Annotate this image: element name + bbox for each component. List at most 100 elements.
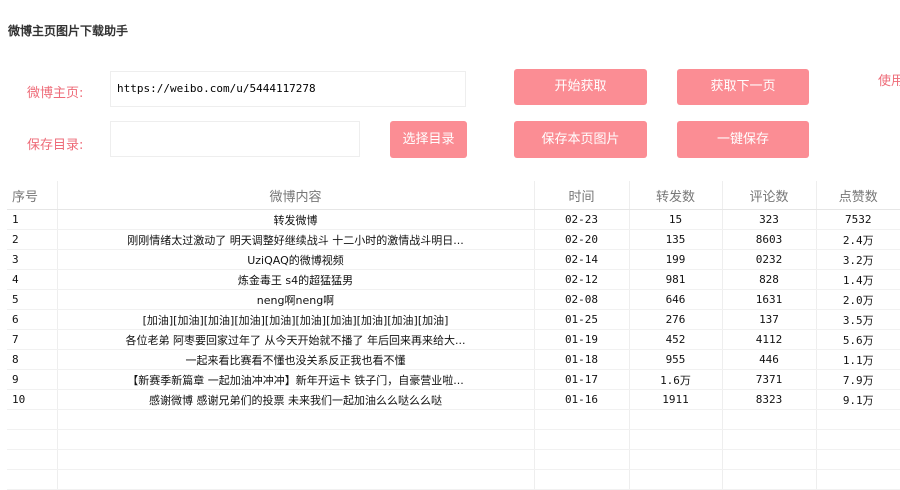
cell-comments: 4112 — [722, 329, 817, 350]
cell-time — [534, 409, 630, 430]
cell-reposts: 15 — [629, 209, 723, 230]
cell-time — [534, 449, 630, 470]
cell-reposts: 276 — [629, 309, 723, 330]
save-all-button[interactable]: 一键保存 — [677, 121, 809, 158]
table-header-row: 序号 微博内容 时间 转发数 评论数 点赞数 — [7, 181, 900, 210]
cell-likes: 1.1万 — [816, 349, 900, 370]
column-header-content[interactable]: 微博内容 — [57, 181, 535, 210]
table-row[interactable] — [7, 429, 900, 450]
cell-content: 【新赛季新篇章 一起加油冲冲冲】新年开运卡 铁子门，自豪营业啦... — [57, 369, 535, 390]
table-row[interactable] — [7, 409, 900, 430]
cell-time: 01-17 — [534, 369, 630, 390]
cell-comments: 828 — [722, 269, 817, 290]
cell-index — [7, 469, 58, 490]
cell-index — [7, 409, 58, 430]
table-row[interactable]: 8 一起来看比赛看不懂也没关系反正我也看不懂 01-18 955 446 1.1万 — [7, 349, 900, 370]
cell-reposts — [629, 449, 723, 470]
table-row[interactable]: 1 转发微博 02-23 15 323 7532 — [7, 209, 900, 230]
cell-reposts — [629, 409, 723, 430]
table-row[interactable]: 7 各位老弟 阿枣要回家过年了 从今天开始就不播了 年后回来再来给大... 01-1… — [7, 329, 900, 350]
table-row[interactable]: 9 【新赛季新篇章 一起加油冲冲冲】新年开运卡 铁子门，自豪营业啦... 01-17… — [7, 369, 900, 390]
table-row[interactable]: 10 感谢微博 感谢兄弟们的投票 未来我们一起加油么么哒么么哒 01-16 1911 8… — [7, 389, 900, 410]
cell-content: 刚刚情绪太过激动了 明天调整好继续战斗 十二小时的激情战斗明日... — [57, 229, 535, 250]
cell-index: 1 — [7, 209, 58, 230]
cell-index: 8 — [7, 349, 58, 370]
cell-time: 02-23 — [534, 209, 630, 230]
cell-content — [57, 429, 535, 450]
table-row[interactable]: 6 [加油][加油][加油][加油][加油][加油][加油][加油][加油][加油… — [7, 309, 900, 330]
cell-comments: 7371 — [722, 369, 817, 390]
cell-content: [加油][加油][加油][加油][加油][加油][加油][加油][加油][加油] — [57, 309, 535, 330]
cell-reposts: 646 — [629, 289, 723, 310]
cell-comments: 8323 — [722, 389, 817, 410]
cell-time — [534, 469, 630, 490]
cell-reposts: 981 — [629, 269, 723, 290]
cell-reposts: 1911 — [629, 389, 723, 410]
column-header-reposts[interactable]: 转发数 — [629, 181, 723, 210]
cell-comments: 1631 — [722, 289, 817, 310]
cell-time: 01-16 — [534, 389, 630, 410]
cell-reposts — [629, 469, 723, 490]
cell-reposts: 955 — [629, 349, 723, 370]
start-button[interactable]: 开始获取 — [514, 69, 647, 105]
cell-reposts — [629, 429, 723, 450]
cell-index: 4 — [7, 269, 58, 290]
table-row[interactable]: 5 neng啊neng啊 02-08 646 1631 2.0万 — [7, 289, 900, 310]
column-header-time[interactable]: 时间 — [534, 181, 630, 210]
cell-comments: 0232 — [722, 249, 817, 270]
column-header-comments[interactable]: 评论数 — [722, 181, 817, 210]
homepage-input[interactable]: https://weibo.com/u/5444117278 — [110, 71, 466, 107]
usage-link[interactable]: 使用 — [878, 70, 900, 89]
cell-index: 7 — [7, 329, 58, 350]
cell-likes: 2.0万 — [816, 289, 900, 310]
cell-time — [534, 429, 630, 450]
cell-index — [7, 429, 58, 450]
cell-content: neng啊neng啊 — [57, 289, 535, 310]
cell-content — [57, 409, 535, 430]
cell-likes: 3.5万 — [816, 309, 900, 330]
cell-content — [57, 449, 535, 470]
cell-index: 3 — [7, 249, 58, 270]
next-page-button[interactable]: 获取下一页 — [677, 69, 809, 105]
cell-time: 01-25 — [534, 309, 630, 330]
cell-likes — [816, 449, 900, 470]
cell-comments — [722, 469, 817, 490]
cell-reposts: 135 — [629, 229, 723, 250]
cell-likes — [816, 429, 900, 450]
column-header-index[interactable]: 序号 — [7, 181, 58, 210]
cell-content: 一起来看比赛看不懂也没关系反正我也看不懂 — [57, 349, 535, 370]
cell-content: 各位老弟 阿枣要回家过年了 从今天开始就不播了 年后回来再来给大... — [57, 329, 535, 350]
cell-comments: 8603 — [722, 229, 817, 250]
cell-comments — [722, 409, 817, 430]
homepage-label: 微博主页: — [27, 86, 84, 101]
table-row[interactable] — [7, 469, 900, 490]
savedir-label: 保存目录: — [27, 138, 84, 153]
cell-likes — [816, 469, 900, 490]
cell-reposts: 199 — [629, 249, 723, 270]
cell-index: 10 — [7, 389, 58, 410]
table-row[interactable]: 3 UziQAQ的微博视频 02-14 199 0232 3.2万 — [7, 249, 900, 270]
table-row[interactable]: 2 刚刚情绪太过激动了 明天调整好继续战斗 十二小时的激情战斗明日... 02-20… — [7, 229, 900, 250]
cell-content: 炼金毒王 s4的超猛猛男 — [57, 269, 535, 290]
savedir-input[interactable] — [110, 121, 360, 157]
table-row[interactable]: 4 炼金毒王 s4的超猛猛男 02-12 981 828 1.4万 — [7, 269, 900, 290]
cell-content: 感谢微博 感谢兄弟们的投票 未来我们一起加油么么哒么么哒 — [57, 389, 535, 410]
cell-time: 01-18 — [534, 349, 630, 370]
choose-dir-button[interactable]: 选择目录 — [390, 121, 467, 158]
cell-comments: 137 — [722, 309, 817, 330]
cell-likes: 7532 — [816, 209, 900, 230]
cell-likes: 1.4万 — [816, 269, 900, 290]
column-header-likes[interactable]: 点赞数 — [816, 181, 900, 210]
cell-content — [57, 469, 535, 490]
table-row[interactable] — [7, 449, 900, 470]
cell-likes: 7.9万 — [816, 369, 900, 390]
save-page-button[interactable]: 保存本页图片 — [514, 121, 647, 158]
cell-likes: 3.2万 — [816, 249, 900, 270]
cell-content: UziQAQ的微博视频 — [57, 249, 535, 270]
cell-index: 2 — [7, 229, 58, 250]
cell-reposts: 1.6万 — [629, 369, 723, 390]
cell-index: 5 — [7, 289, 58, 310]
cell-time: 02-20 — [534, 229, 630, 250]
cell-time: 02-08 — [534, 289, 630, 310]
cell-index: 9 — [7, 369, 58, 390]
